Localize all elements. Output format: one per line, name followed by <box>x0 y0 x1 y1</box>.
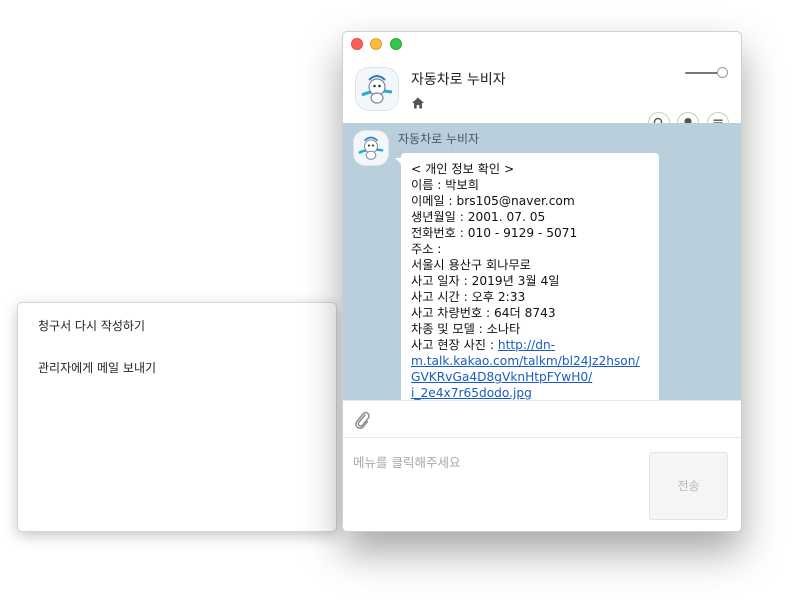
close-window-button[interactable] <box>351 38 363 50</box>
photo-link[interactable]: GVKRvGa4D8gVknHtpFYwH0/ <box>411 370 592 384</box>
message-bubble[interactable]: < 개인 정보 확인 > 이름 : 박보희 이메일 : brs105@naver… <box>401 153 659 400</box>
profile-avatar[interactable] <box>355 67 399 111</box>
message-line: 생년월일 : 2001. 07. 05 <box>411 210 546 224</box>
message-line: 전화번호 : 010 - 9129 - 5071 <box>411 226 578 240</box>
chat-title: 자동차로 누비자 <box>411 72 506 88</box>
message-text: < 개인 정보 확인 > 이름 : 박보희 이메일 : brs105@naver… <box>411 161 656 400</box>
photo-link[interactable]: http://dn- <box>498 338 555 352</box>
message-line: < 개인 정보 확인 > <box>411 162 515 176</box>
message-line: 서울시 용산구 회나무로 <box>411 258 531 272</box>
menu-item-email-admin[interactable]: 관리자에게 메일 보내기 <box>38 359 156 376</box>
maximize-window-button[interactable] <box>390 38 402 50</box>
photo-label: 사고 현장 사진 : <box>411 338 498 352</box>
sender-avatar[interactable] <box>353 130 389 166</box>
menu-item-rewrite-claim[interactable]: 청구서 다시 작성하기 <box>38 317 145 334</box>
message-line: 이름 : 박보희 <box>411 178 479 192</box>
message-line: 주소 : <box>411 242 442 256</box>
home-icon[interactable] <box>411 96 425 110</box>
photo-line: 사고 현장 사진 : http://dn- <box>411 337 656 353</box>
photo-link[interactable]: i_2e4x7r65dodo.jpg <box>411 386 532 400</box>
message-line: 차종 및 모델 : 소나타 <box>411 322 521 336</box>
chat-window: 자동차로 누비자 자동차로 누비자 < 개인 정보 확인 > 이름: 박보희 … <box>342 31 742 532</box>
chat-header: 자동차로 누비자 <box>343 56 741 134</box>
minimize-window-button[interactable] <box>370 38 382 50</box>
mascot-logo-icon <box>358 136 384 160</box>
opacity-slider[interactable] <box>685 66 729 80</box>
photo-link[interactable]: m.talk.kakao.com/talkm/bl24Jz2hson/ <box>411 354 640 368</box>
message-line: 사고 차량번호 : 64더 8743 <box>411 306 556 320</box>
message-line: 사고 시간 : 오후 2:33 <box>411 290 526 304</box>
message-line: 이메일 : brs105@naver.com <box>411 194 575 208</box>
message-line: 사고 일자 : 2019년 3월 4일 <box>411 274 560 288</box>
mascot-logo-icon <box>361 75 393 104</box>
title-bar <box>343 32 741 56</box>
photo-link-line: i_2e4x7r65dodo.jpg <box>411 385 656 400</box>
message-input-placeholder[interactable]: 메뉴를 클릭해주세요 <box>353 452 460 471</box>
send-button[interactable]: 전송 <box>649 452 728 520</box>
sender-name: 자동차로 누비자 <box>398 132 480 146</box>
slider-knob[interactable] <box>717 67 728 78</box>
chat-messages-area[interactable]: 자동차로 누비자 < 개인 정보 확인 > 이름 : 박보희 이메일 : brs… <box>343 123 741 400</box>
side-popup-menu: 청구서 다시 작성하기 관리자에게 메일 보내기 <box>17 302 337 532</box>
input-toolbar <box>343 400 741 438</box>
photo-link-line: GVKRvGa4D8gVknHtpFYwH0/ <box>411 369 656 385</box>
photo-link-line: m.talk.kakao.com/talkm/bl24Jz2hson/ <box>411 353 656 369</box>
message-input-area[interactable]: 메뉴를 클릭해주세요 전송 <box>343 438 741 531</box>
slider-track <box>685 72 721 74</box>
paperclip-icon[interactable] <box>353 410 371 430</box>
